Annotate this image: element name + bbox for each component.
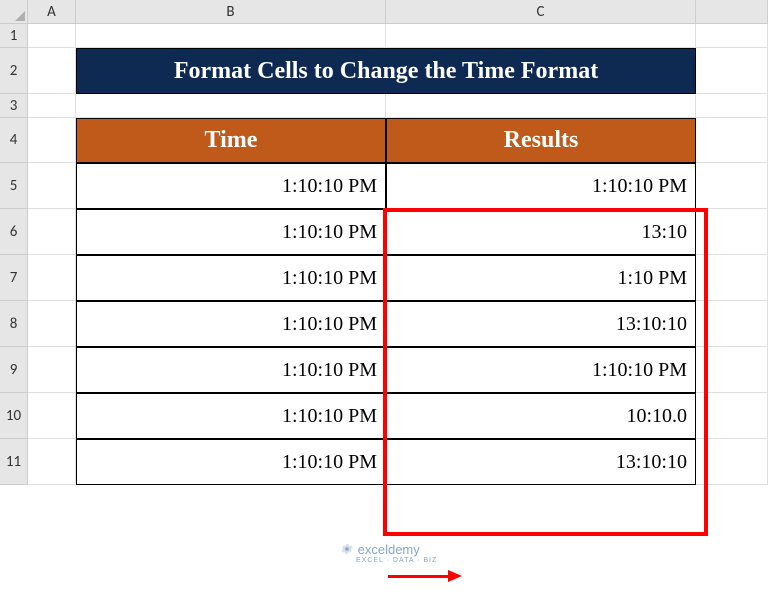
cell-a11[interactable] <box>28 439 76 485</box>
cell-a2[interactable] <box>28 48 76 94</box>
row-header-8[interactable]: 8 <box>0 301 28 347</box>
cell-c3[interactable] <box>386 94 696 118</box>
col-header-c[interactable]: C <box>386 0 696 24</box>
cell-d8[interactable] <box>696 301 768 347</box>
header-results[interactable]: Results <box>386 118 696 163</box>
row-header-10[interactable]: 10 <box>0 393 28 439</box>
row-header-6[interactable]: 6 <box>0 209 28 255</box>
cell-c6[interactable]: 13:10 <box>386 209 696 255</box>
cell-c7[interactable]: 1:10 PM <box>386 255 696 301</box>
cell-c9[interactable]: 1:10:10 PM <box>386 347 696 393</box>
row-header-3[interactable]: 3 <box>0 94 28 118</box>
row-header-7[interactable]: 7 <box>0 255 28 301</box>
watermark-tagline: EXCEL · DATA · BIZ <box>356 557 437 564</box>
cell-d3[interactable] <box>696 94 768 118</box>
row-header-9[interactable]: 9 <box>0 347 28 393</box>
cell-d7[interactable] <box>696 255 768 301</box>
cell-a6[interactable] <box>28 209 76 255</box>
cell-d4[interactable] <box>696 118 768 163</box>
gear-icon <box>340 542 354 556</box>
cell-d5[interactable] <box>696 163 768 209</box>
cell-d10[interactable] <box>696 393 768 439</box>
cell-b10[interactable]: 1:10:10 PM <box>76 393 386 439</box>
select-all-corner[interactable] <box>0 0 28 24</box>
row-header-11[interactable]: 11 <box>0 439 28 485</box>
cell-a8[interactable] <box>28 301 76 347</box>
cell-c10[interactable]: 10:10.0 <box>386 393 696 439</box>
cell-c1[interactable] <box>386 24 696 48</box>
cell-c11[interactable]: 13:10:10 <box>386 439 696 485</box>
cell-d9[interactable] <box>696 347 768 393</box>
cell-b11[interactable]: 1:10:10 PM <box>76 439 386 485</box>
header-time[interactable]: Time <box>76 118 386 163</box>
cell-d2[interactable] <box>696 48 768 94</box>
cell-b1[interactable] <box>76 24 386 48</box>
watermark: exceldemy EXCEL · DATA · BIZ <box>340 542 437 564</box>
cell-b6[interactable]: 1:10:10 PM <box>76 209 386 255</box>
title-cell[interactable]: Format Cells to Change the Time Format <box>76 48 696 94</box>
arrow-line <box>388 575 448 578</box>
cell-d6[interactable] <box>696 209 768 255</box>
cell-b8[interactable]: 1:10:10 PM <box>76 301 386 347</box>
cell-c8[interactable]: 13:10:10 <box>386 301 696 347</box>
row-header-1[interactable]: 1 <box>0 24 28 48</box>
cell-c5[interactable]: 1:10:10 PM <box>386 163 696 209</box>
cell-b7[interactable]: 1:10:10 PM <box>76 255 386 301</box>
watermark-text: exceldemy <box>358 542 420 557</box>
cell-a7[interactable] <box>28 255 76 301</box>
cell-b3[interactable] <box>76 94 386 118</box>
row-header-2[interactable]: 2 <box>0 48 28 94</box>
cell-d11[interactable] <box>696 439 768 485</box>
col-header-b[interactable]: B <box>76 0 386 24</box>
row-header-4[interactable]: 4 <box>0 118 28 163</box>
row-header-5[interactable]: 5 <box>0 163 28 209</box>
col-header-a[interactable]: A <box>28 0 76 24</box>
arrow-head-icon <box>448 570 462 582</box>
cell-a5[interactable] <box>28 163 76 209</box>
cell-a1[interactable] <box>28 24 76 48</box>
cell-b9[interactable]: 1:10:10 PM <box>76 347 386 393</box>
cell-a10[interactable] <box>28 393 76 439</box>
cell-a4[interactable] <box>28 118 76 163</box>
spreadsheet-grid: A B C 1 2 Format Cells to Change the Tim… <box>0 0 768 485</box>
col-header-d[interactable] <box>696 0 768 24</box>
cell-d1[interactable] <box>696 24 768 48</box>
cell-a9[interactable] <box>28 347 76 393</box>
arrow-indicator <box>388 570 462 582</box>
cell-a3[interactable] <box>28 94 76 118</box>
cell-b5[interactable]: 1:10:10 PM <box>76 163 386 209</box>
